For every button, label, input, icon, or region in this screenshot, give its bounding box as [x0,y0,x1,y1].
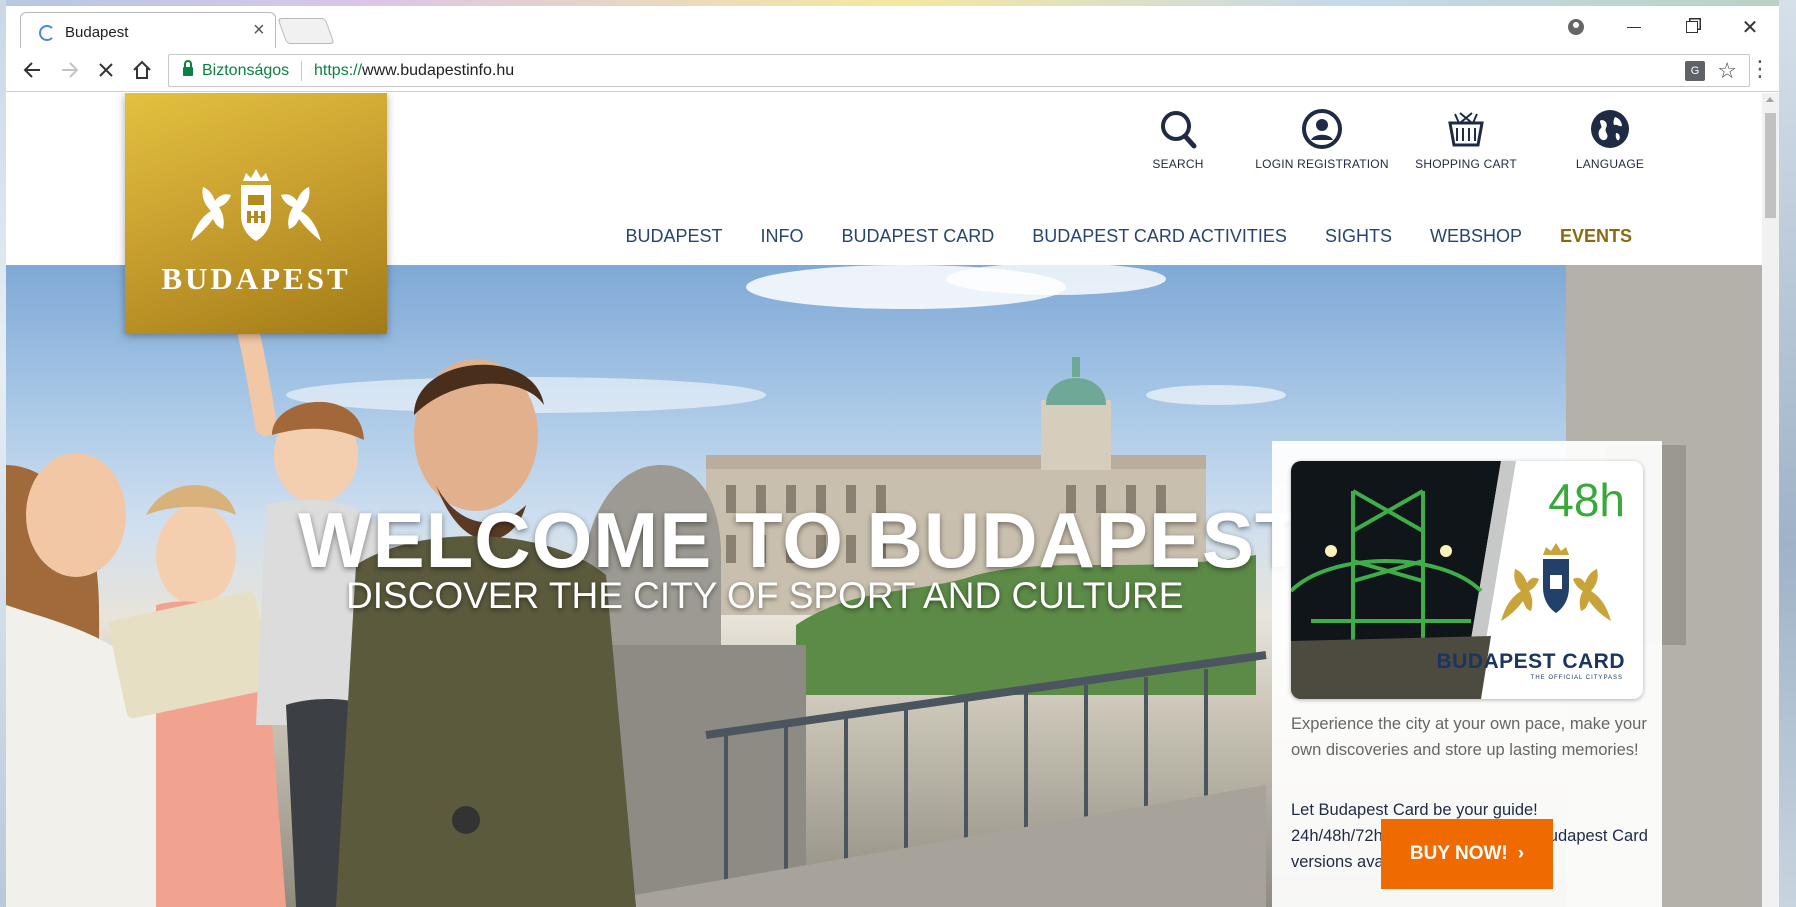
forward-button[interactable] [56,56,84,84]
logo-wordmark: BUDAPEST [161,261,351,296]
bookmark-star-icon[interactable]: ☆ [1717,58,1737,84]
forward-arrow-icon [62,62,79,78]
home-icon [133,60,151,79]
home-button[interactable] [128,56,156,84]
back-button[interactable] [18,56,46,84]
browser-window: Budapest × ✕ Biztonságos https://www.bud… [6,6,1779,907]
scroll-thumb[interactable] [1765,113,1776,218]
utility-cart-label: SHOPPING CART [1415,157,1517,171]
omnibox-divider [301,61,302,81]
desktop-background-right [1779,0,1796,907]
search-icon [1156,107,1200,151]
nav-budapest-card-activities[interactable]: BUDAPEST CARD ACTIVITIES [1032,226,1287,247]
nav-events[interactable]: EVENTS [1560,226,1632,247]
utility-login-label: LOGIN REGISTRATION [1255,157,1389,171]
translate-icon[interactable]: G [1685,61,1705,81]
browser-toolbar: Biztonságos https://www.budapestinfo.hu … [6,48,1779,92]
address-bar[interactable]: Biztonságos https://www.budapestinfo.hu … [168,54,1750,87]
nav-budapest[interactable]: BUDAPEST [625,226,722,247]
main-nav: BUDAPEST INFO BUDAPEST CARD BUDAPEST CAR… [625,226,1632,247]
utility-language[interactable]: LANGUAGE [1538,107,1682,171]
promo-description: Experience the city at your own pace, ma… [1291,715,1647,759]
close-window-button[interactable]: ✕ [1721,6,1779,48]
globe-icon [1588,107,1632,151]
buy-now-label: BUY NOW! [1409,843,1508,864]
profile-icon [1568,19,1584,35]
tab-close-icon[interactable]: × [253,20,265,40]
nav-info[interactable]: INFO [761,226,804,247]
tab-bar: Budapest × ✕ [6,6,1779,48]
basket-icon [1444,107,1488,151]
scroll-up-arrow-icon[interactable] [1766,97,1774,102]
back-arrow-icon [23,62,40,78]
card-tagline: THE OFFICIAL CITYPASS [1530,675,1623,681]
loading-spinner-icon [39,25,55,41]
card-name-label: BUDAPEST CARD [1436,650,1625,673]
browser-menu-icon[interactable]: ⋮ [1749,56,1771,82]
utility-login[interactable]: LOGIN REGISTRATION [1250,107,1394,171]
maximize-button[interactable] [1663,6,1721,48]
profile-button[interactable] [1547,6,1605,48]
site-logo[interactable]: BUDAPEST [125,93,387,334]
budapest-card-image[interactable]: 48h BUDAPEST CARD THE OFFICIAL CITYPASS [1291,461,1643,699]
utility-search[interactable]: SEARCH [1106,107,1250,171]
tab-budapest[interactable]: Budapest × [20,12,276,48]
card-hours-label: 48h [1548,474,1625,526]
nav-sights[interactable]: SIGHTS [1325,226,1392,247]
new-tab-button[interactable] [277,18,335,44]
buy-now-button[interactable]: BUY NOW! › [1381,819,1553,889]
utility-nav: SEARCH LOGIN REGISTRATION SHOPPING CART [1106,107,1682,171]
card-coat-of-arms-icon [1501,543,1611,621]
chevron-right-icon: › [1517,843,1525,864]
close-icon: ✕ [1741,16,1759,39]
utility-cart[interactable]: SHOPPING CART [1394,107,1538,171]
url-text[interactable]: https://www.budapestinfo.hu [314,62,514,80]
nav-budapest-card[interactable]: BUDAPEST CARD [842,226,995,247]
minimize-icon [1627,26,1641,28]
nav-webshop[interactable]: WEBSHOP [1430,226,1522,247]
minimize-button[interactable] [1605,6,1663,48]
utility-search-label: SEARCH [1152,157,1204,171]
hero-headline: WELCOME TO BUDAPEST, [298,496,1318,584]
page-scrollbar[interactable] [1762,93,1779,907]
lock-icon [183,60,193,76]
tab-title: Budapest [65,24,129,41]
restore-icon [1686,21,1698,33]
coat-of-arms-icon [191,169,321,241]
user-icon [1300,107,1344,151]
page-viewport: SEARCH LOGIN REGISTRATION SHOPPING CART [6,93,1779,907]
window-controls: ✕ [1547,6,1779,48]
stop-x-icon [99,63,113,77]
utility-language-label: LANGUAGE [1575,157,1645,171]
secure-label: Biztonságos [202,62,290,79]
hero-subheadline: DISCOVER THE CITY OF SPORT AND CULTURE [346,575,1184,616]
stop-button[interactable] [92,56,120,84]
